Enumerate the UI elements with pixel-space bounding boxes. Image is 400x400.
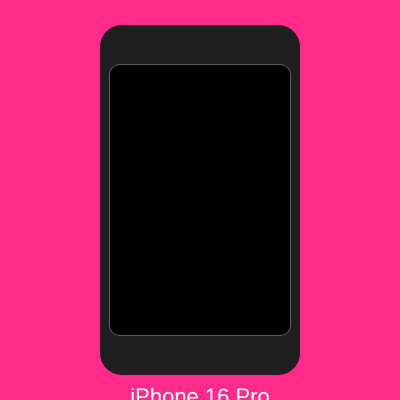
iphone-device-frame — [100, 25, 300, 375]
device-screen — [110, 65, 290, 335]
device-name-label: iPhone 16 Pro — [130, 384, 270, 400]
